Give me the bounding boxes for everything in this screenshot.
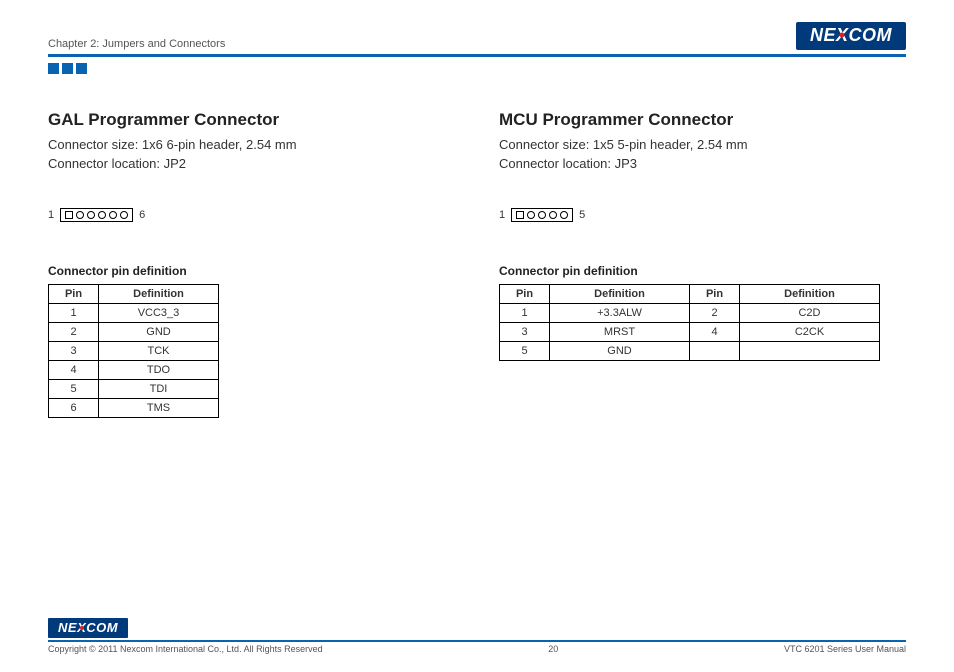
section-title: GAL Programmer Connector bbox=[48, 110, 455, 130]
section-title: MCU Programmer Connector bbox=[499, 110, 906, 130]
col-pin: Pin bbox=[690, 284, 740, 303]
brand-logo: NEXCOM bbox=[796, 22, 906, 50]
pin-diagram: 1 6 bbox=[48, 208, 455, 222]
pin-header-icon bbox=[511, 208, 573, 222]
gal-connector-section: GAL Programmer Connector Connector size:… bbox=[48, 110, 455, 418]
table-row: 1VCC3_3 bbox=[49, 303, 219, 322]
col-definition: Definition bbox=[740, 284, 880, 303]
table-caption: Connector pin definition bbox=[48, 264, 455, 278]
connector-location: Connector location: JP3 bbox=[499, 155, 906, 174]
decorative-squares bbox=[48, 63, 906, 74]
table-caption: Connector pin definition bbox=[499, 264, 906, 278]
pin-diagram: 1 5 bbox=[499, 208, 906, 222]
footer-logo: NEXCOM bbox=[48, 618, 128, 638]
table-row: 4TDO bbox=[49, 360, 219, 379]
header-rule bbox=[48, 54, 906, 57]
mcu-connector-section: MCU Programmer Connector Connector size:… bbox=[499, 110, 906, 418]
diagram-end-label: 6 bbox=[139, 209, 145, 221]
page-number: 20 bbox=[548, 644, 558, 654]
pin-header-icon bbox=[60, 208, 133, 222]
table-row: 3MRST 4C2CK bbox=[500, 322, 880, 341]
col-pin: Pin bbox=[500, 284, 550, 303]
pin-definition-table: Pin Definition 1VCC3_3 2GND 3TCK 4TDO 5T… bbox=[48, 284, 219, 418]
table-row: 6TMS bbox=[49, 398, 219, 417]
connector-size: Connector size: 1x5 5-pin header, 2.54 m… bbox=[499, 136, 906, 155]
pin-definition-table: Pin Definition Pin Definition 1+3.3ALW 2… bbox=[499, 284, 880, 361]
table-row: 3TCK bbox=[49, 341, 219, 360]
col-definition: Definition bbox=[99, 284, 219, 303]
document-title: VTC 6201 Series User Manual bbox=[784, 644, 906, 654]
table-row: 5GND bbox=[500, 341, 880, 360]
diagram-start-label: 1 bbox=[499, 209, 505, 221]
copyright-text: Copyright © 2011 Nexcom International Co… bbox=[48, 644, 323, 654]
table-row: 5TDI bbox=[49, 379, 219, 398]
col-definition: Definition bbox=[550, 284, 690, 303]
table-row: 2GND bbox=[49, 322, 219, 341]
table-row: 1+3.3ALW 2C2D bbox=[500, 303, 880, 322]
chapter-label: Chapter 2: Jumpers and Connectors bbox=[48, 38, 225, 50]
connector-location: Connector location: JP2 bbox=[48, 155, 455, 174]
col-pin: Pin bbox=[49, 284, 99, 303]
diagram-end-label: 5 bbox=[579, 209, 585, 221]
diagram-start-label: 1 bbox=[48, 209, 54, 221]
connector-size: Connector size: 1x6 6-pin header, 2.54 m… bbox=[48, 136, 455, 155]
footer-rule bbox=[48, 640, 906, 642]
